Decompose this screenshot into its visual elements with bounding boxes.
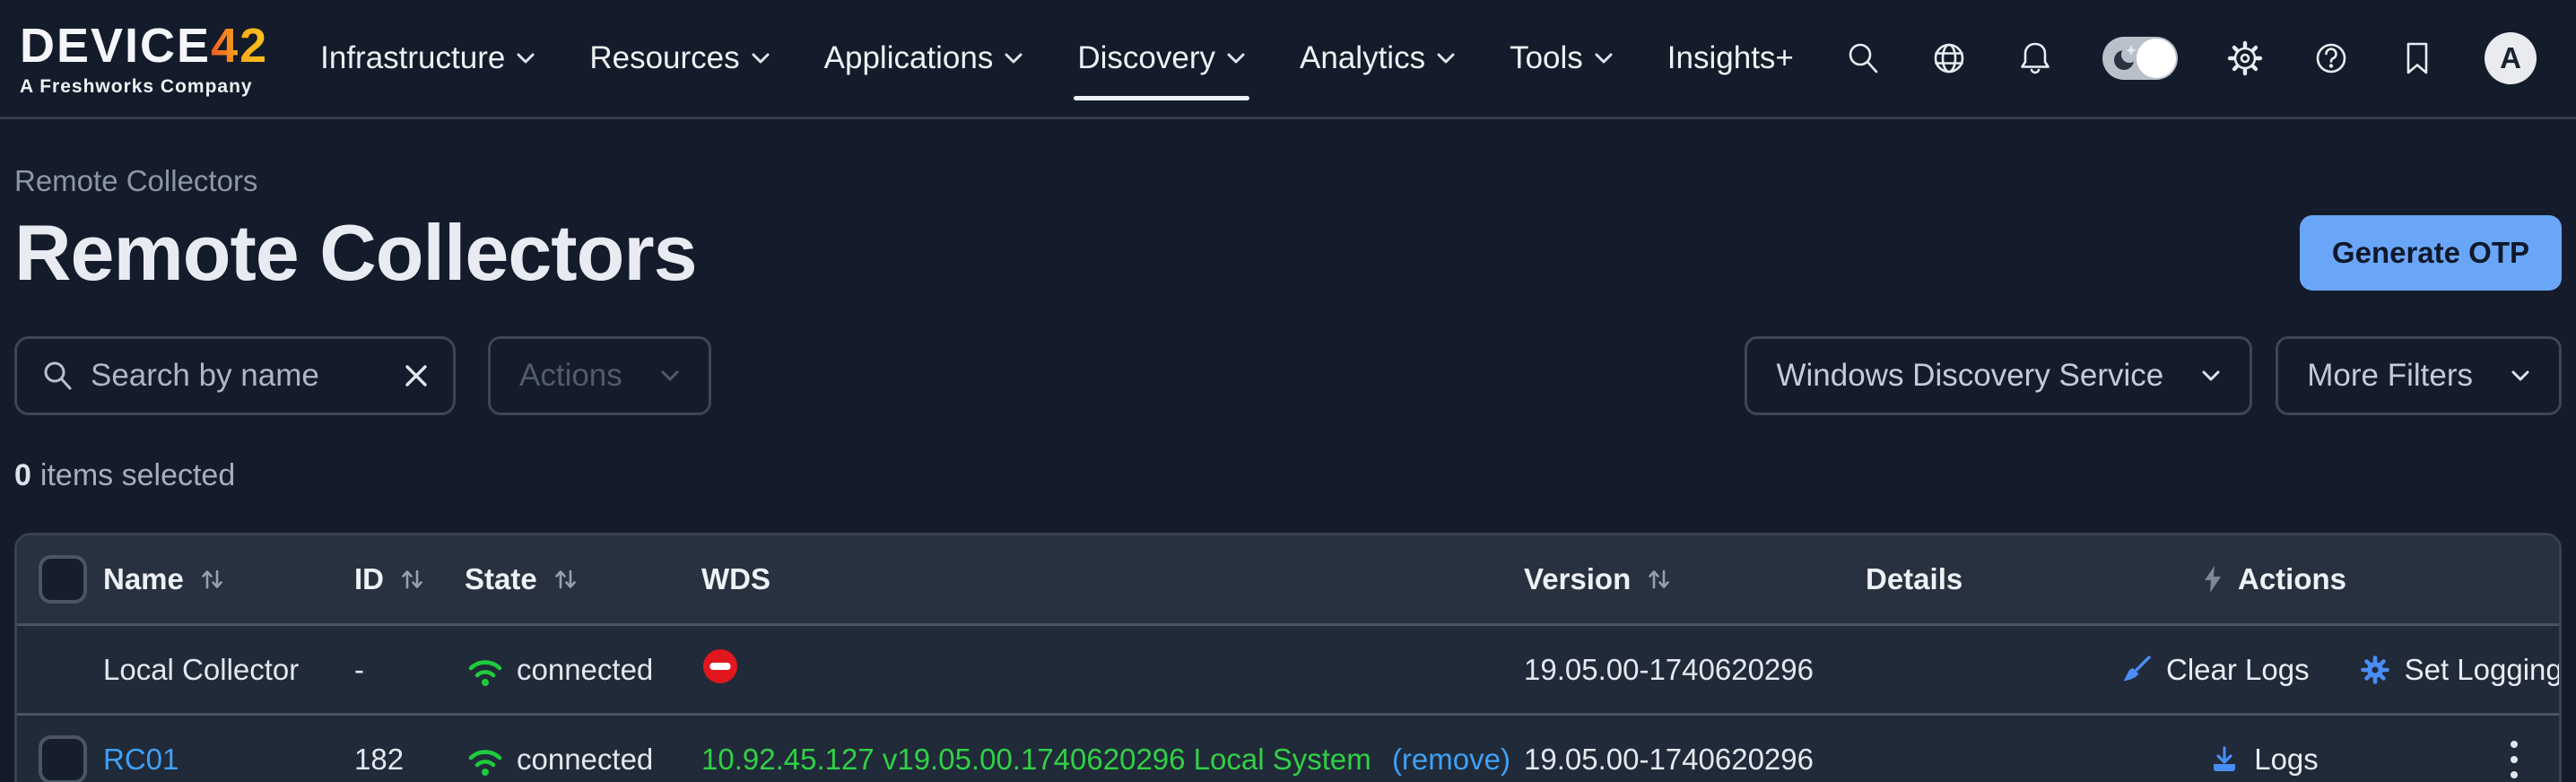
nav-item-infrastructure[interactable]: Infrastructure (320, 40, 535, 76)
clear-logs-button[interactable]: Clear Logs (2121, 653, 2310, 687)
download-icon (2209, 744, 2240, 775)
column-header-id[interactable]: ID (354, 562, 465, 596)
collector-state: connected (465, 651, 701, 689)
column-header-wds: WDS (701, 562, 1524, 596)
chevron-down-icon (1226, 52, 1246, 65)
clear-search-icon[interactable] (403, 362, 430, 389)
search-input[interactable] (91, 358, 387, 394)
sort-icon[interactable] (196, 564, 227, 595)
nav-item-insights[interactable]: Insights+ (1667, 40, 1794, 76)
nav-item-tools[interactable]: Tools (1510, 40, 1614, 76)
brand-logo[interactable]: DEVICE42 A Freshworks Company (20, 22, 268, 96)
collector-id: - (354, 653, 465, 687)
broom-icon (2121, 655, 2152, 685)
select-all-checkbox[interactable] (39, 555, 87, 604)
chevron-down-icon (516, 52, 535, 65)
collector-id: 182 (354, 743, 465, 777)
chevron-down-icon (1594, 52, 1614, 65)
title-row: Remote Collectors Generate OTP (14, 207, 2562, 299)
sort-icon[interactable] (1643, 564, 1674, 595)
wds-filter-dropdown[interactable]: Windows Discovery Service (1745, 336, 2252, 415)
generate-otp-button[interactable]: Generate OTP (2300, 215, 2562, 291)
column-header-name[interactable]: Name (103, 562, 354, 596)
gear-icon[interactable] (2226, 39, 2264, 77)
brand-wordmark: DEVICE42 (20, 22, 268, 70)
sort-icon[interactable] (396, 564, 427, 595)
globe-icon[interactable] (1930, 39, 1968, 77)
column-header-details: Details (1866, 562, 2121, 596)
selected-count: 0items selected (14, 458, 2562, 493)
gear-icon (2360, 655, 2390, 685)
sort-icon[interactable] (550, 564, 580, 595)
nav-utility-cluster: A (1844, 32, 2537, 84)
collector-version: 19.05.00-1740620296 (1524, 743, 1866, 777)
avatar[interactable]: A (2485, 32, 2537, 84)
wds-service-text: 10.92.45.127 v19.05.00.1740620296 Local … (701, 743, 1371, 776)
row-checkbox[interactable] (39, 735, 87, 782)
collector-state: connected (465, 741, 701, 778)
no-entry-icon (701, 647, 739, 685)
collector-name: Local Collector (103, 653, 354, 687)
lightning-icon (2200, 565, 2225, 594)
bookmark-icon[interactable] (2398, 39, 2436, 77)
column-header-version[interactable]: Version (1524, 562, 1866, 596)
table-row: RC01 182 connected 10.92.45.127 v19.05.0… (17, 713, 2559, 782)
chevron-down-icon (751, 52, 770, 65)
theme-toggle[interactable] (2102, 37, 2178, 80)
wds-remove-link[interactable]: (remove) (1392, 743, 1510, 776)
page-title: Remote Collectors (14, 207, 697, 299)
toggle-knob (2137, 39, 2176, 78)
nav-item-applications[interactable]: Applications (824, 40, 1024, 76)
kebab-menu[interactable] (2505, 735, 2523, 782)
toolbar: Actions Windows Discovery Service More F… (14, 336, 2562, 415)
collector-name-link[interactable]: RC01 (103, 743, 354, 777)
row-actions: Logs (2121, 716, 2559, 782)
chevron-down-icon (660, 369, 680, 382)
breadcrumb[interactable]: Remote Collectors (14, 164, 2562, 198)
bell-icon[interactable] (2016, 39, 2054, 77)
column-header-state[interactable]: State (465, 562, 701, 596)
nav-item-discovery[interactable]: Discovery (1077, 40, 1246, 76)
page-content: Remote Collectors Remote Collectors Gene… (0, 164, 2576, 782)
column-header-actions: Actions (2121, 562, 2559, 596)
help-icon[interactable] (2312, 39, 2350, 77)
collector-wds: 10.92.45.127 v19.05.00.1740620296 Local … (701, 743, 1524, 777)
more-filters-dropdown[interactable]: More Filters (2276, 336, 2562, 415)
chevron-down-icon (2511, 369, 2530, 382)
set-logging-level-button[interactable]: Set Logging Level (2360, 653, 2562, 687)
brand-tagline: A Freshworks Company (20, 77, 268, 96)
actions-dropdown[interactable]: Actions (488, 336, 711, 415)
nav-item-analytics[interactable]: Analytics (1300, 40, 1456, 76)
search-icon[interactable] (1844, 39, 1882, 77)
chevron-down-icon (2201, 369, 2221, 382)
wifi-icon (465, 651, 506, 689)
main-menu: Infrastructure Resources Applications Di… (320, 40, 1794, 76)
collector-wds (701, 647, 1524, 692)
table-row: Local Collector - connected 19.05.00-174… (17, 623, 2559, 713)
top-nav-bar: DEVICE42 A Freshworks Company Infrastruc… (0, 0, 2576, 119)
logs-button[interactable]: Logs (2209, 743, 2319, 777)
search-box[interactable] (14, 336, 456, 415)
table-header-row: Name ID State WDS Version Details (17, 535, 2559, 623)
wifi-icon (465, 741, 506, 778)
collectors-table: Name ID State WDS Version Details (14, 533, 2562, 782)
chevron-down-icon (1004, 52, 1023, 65)
collector-version: 19.05.00-1740620296 (1524, 653, 1866, 687)
row-actions: Clear Logs Set Logging Level (2121, 626, 2562, 713)
chevron-down-icon (1436, 52, 1456, 65)
nav-item-resources[interactable]: Resources (589, 40, 770, 76)
search-icon (40, 359, 74, 393)
